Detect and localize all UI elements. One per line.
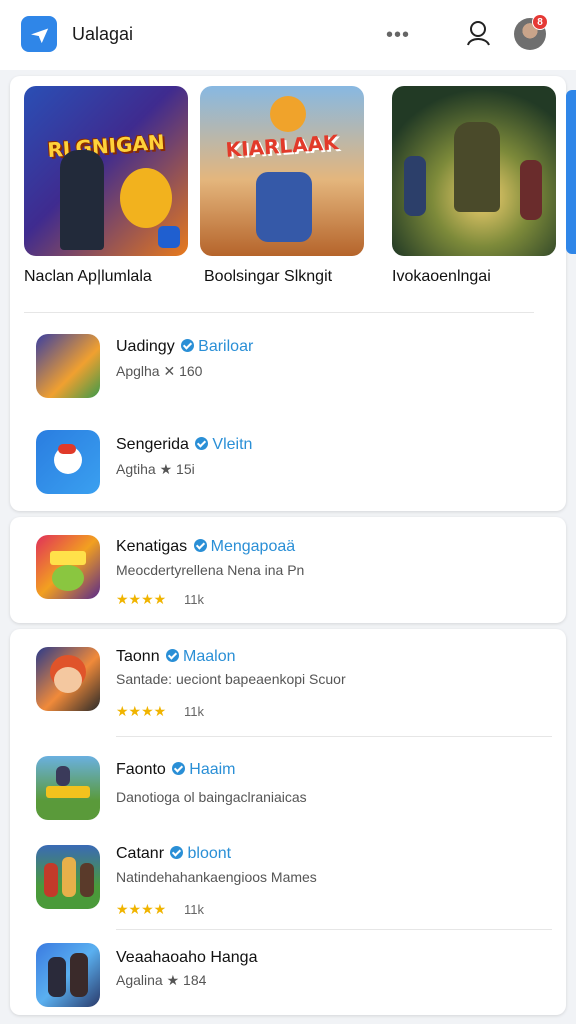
featured-image-1[interactable]: RLGNIGAN <box>24 86 188 256</box>
featured-title-3[interactable]: Ivokaoenlngai <box>392 268 491 286</box>
app-meta: Apglha ✕ 160 <box>116 363 203 379</box>
app-icon[interactable] <box>36 430 100 494</box>
app-logo[interactable] <box>21 16 57 52</box>
rating-stars: ★★★★ <box>116 901 167 917</box>
app-meta: Meocdertyrellena Nena ina Pn <box>116 562 305 578</box>
app-name[interactable]: Faonto Haaim <box>116 761 236 779</box>
rating-count: 11k <box>184 902 204 917</box>
app-tag: Haaim <box>189 761 236 778</box>
featured-title-2[interactable]: Boolsingar Slkngit <box>204 268 332 286</box>
app-list-card: Taonn Maalon Santade: ueciont bapeaenkop… <box>10 629 566 1015</box>
app-tag: Vleitn <box>212 436 253 453</box>
verified-icon <box>181 339 195 352</box>
app-tag: Maalon <box>183 648 236 665</box>
app-icon[interactable] <box>36 647 100 711</box>
featured-image-3[interactable] <box>392 86 556 256</box>
app-meta: Agtiha ★ 15i <box>116 461 195 477</box>
featured-banner-2: KIARLAAK <box>224 130 340 162</box>
verified-icon <box>172 762 186 775</box>
divider <box>116 736 552 737</box>
verified-icon <box>170 846 184 859</box>
app-name[interactable]: Uadingy Bariloar <box>116 338 253 356</box>
app-icon[interactable] <box>36 334 100 398</box>
app-name[interactable]: Catanr bloont <box>116 845 231 863</box>
app-list-card: Kenatigas Mengapoaä Meocdertyrellena Nen… <box>10 517 566 623</box>
top-bar: Ualagai ••• 8 <box>0 0 576 70</box>
rating-count: 11k <box>184 704 204 719</box>
profile-icon[interactable] <box>464 18 494 48</box>
app-icon[interactable] <box>36 756 100 820</box>
rating-stars: ★★★★ <box>116 591 167 607</box>
carousel-next-peek[interactable] <box>566 90 576 254</box>
rating-stars: ★★★★ <box>116 703 167 719</box>
featured-section: RLGNIGAN Naclan Ap|lumlala KIARLAAK Bool… <box>10 76 566 511</box>
verified-icon <box>166 649 180 662</box>
app-tag: Mengapoaä <box>210 538 296 555</box>
app-name[interactable]: Taonn Maalon <box>116 648 236 666</box>
app-tag: Bariloar <box>198 338 254 355</box>
app-meta: Agalina ★ 184 <box>116 972 207 988</box>
plane-icon <box>29 28 49 44</box>
app-meta: Natindehahankaengioos Mames <box>116 869 317 885</box>
featured-title-1[interactable]: Naclan Ap|lumlala <box>24 268 152 286</box>
app-name[interactable]: Veaahaoaho Hanga <box>116 949 257 967</box>
verified-icon <box>193 539 207 552</box>
app-tag: bloont <box>187 845 232 862</box>
divider <box>24 312 534 313</box>
app-icon[interactable] <box>36 845 100 909</box>
verified-icon <box>195 437 209 450</box>
app-name[interactable]: Kenatigas Mengapoaä <box>116 538 295 556</box>
more-dots-icon[interactable]: ••• <box>386 24 410 47</box>
divider <box>116 929 552 930</box>
notification-badge: 8 <box>532 14 548 30</box>
app-icon[interactable] <box>36 943 100 1007</box>
rating-count: 11k <box>184 592 204 607</box>
app-meta: Santade: ueciont bapeaenkopi Scuor <box>116 671 346 687</box>
app-icon[interactable] <box>36 535 100 599</box>
featured-image-2[interactable]: KIARLAAK <box>200 86 364 256</box>
app-meta: Danotioga ol baingaclraniaicas <box>116 789 307 805</box>
app-name[interactable]: Sengerida Vleitn <box>116 436 252 454</box>
page-title: Ualagai <box>72 24 134 44</box>
